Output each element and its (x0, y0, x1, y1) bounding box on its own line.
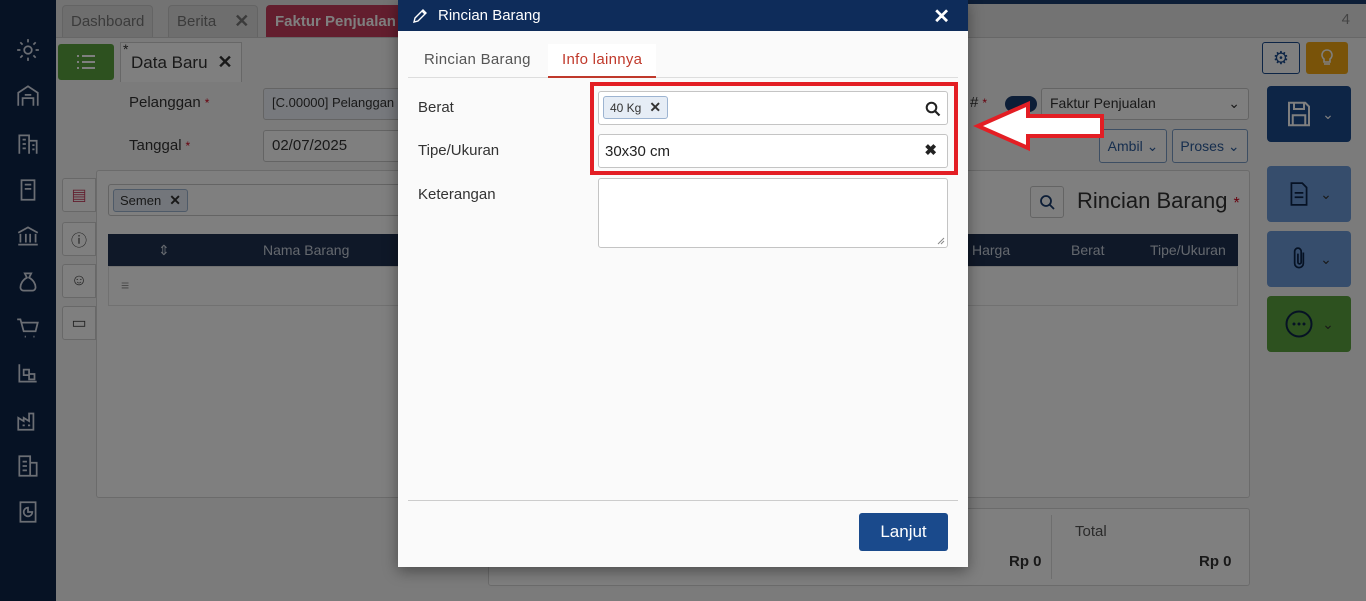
modal-title: Rincian Barang (438, 7, 541, 24)
tab-rincian-barang[interactable]: Rincian Barang (410, 44, 545, 78)
highlight-box (590, 82, 958, 175)
keterangan-label: Keterangan (418, 186, 496, 203)
rincian-barang-modal: Rincian Barang ✕ Rincian Barang Info lai… (398, 0, 968, 567)
resize-handle-icon[interactable] (937, 237, 945, 245)
tipe-ukuran-label: Tipe/Ukuran (418, 142, 500, 159)
lanjut-button[interactable]: Lanjut (859, 513, 948, 551)
keterangan-textarea[interactable] (598, 178, 948, 248)
modal-header: Rincian Barang ✕ (398, 0, 968, 31)
close-icon[interactable]: ✕ (933, 4, 950, 29)
annotation-arrow (973, 100, 1104, 152)
tab-info-lainnya[interactable]: Info lainnya (548, 44, 657, 78)
pencil-icon (413, 8, 427, 23)
footer-divider (408, 500, 958, 501)
modal-tabs: Rincian Barang Info lainnya (408, 44, 958, 78)
berat-label: Berat (418, 99, 454, 116)
